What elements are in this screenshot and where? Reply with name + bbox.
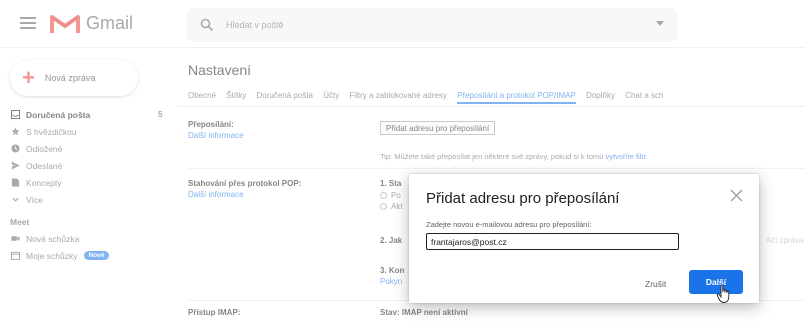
hand-cursor-icon xyxy=(716,284,730,303)
add-forwarding-dialog: Přidat adresu pro přeposílání Zadejte no… xyxy=(409,174,759,303)
close-icon[interactable] xyxy=(730,189,743,202)
dialog-hint: Zadejte novou e-mailovou adresu pro přep… xyxy=(426,220,592,229)
dialog-title: Přidat adresu pro přeposílání xyxy=(426,190,620,207)
cancel-button[interactable]: Zrušit xyxy=(645,279,666,289)
forwarding-email-input[interactable] xyxy=(426,233,679,250)
